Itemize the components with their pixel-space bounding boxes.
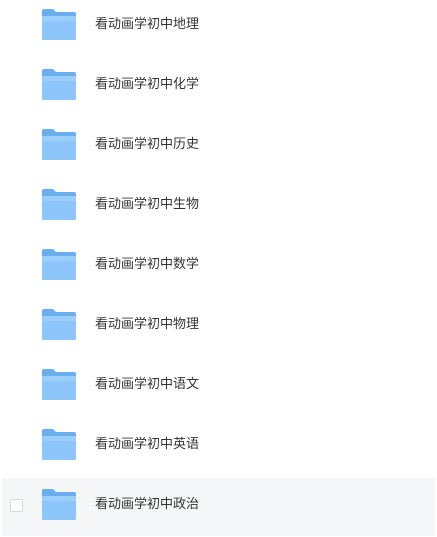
- list-item-folder-9[interactable]: 看动画学初中政治: [2, 478, 435, 536]
- folder-name: 看动画学初中数学: [95, 257, 200, 272]
- folder-name: 看动画学初中历史: [95, 137, 200, 152]
- folder-name: 看动画学初中英语: [95, 437, 200, 452]
- row-checkbox[interactable]: [10, 499, 23, 512]
- list-item-folder-6[interactable]: 看动画学初中物理: [2, 298, 435, 356]
- folder-icon: [41, 488, 77, 522]
- folder-icon: [41, 308, 77, 342]
- file-list: 看动画学初中地理 看动画学初中化学 看动画学初中历史 看动画学初中生物 看动画学…: [0, 0, 437, 537]
- folder-name: 看动画学初中生物: [95, 197, 200, 212]
- folder-icon: [41, 68, 77, 102]
- list-item-folder-1[interactable]: 看动画学初中地理: [2, 0, 435, 56]
- folder-icon: [41, 368, 77, 402]
- folder-icon: [41, 188, 77, 222]
- folder-name: 看动画学初中语文: [95, 377, 200, 392]
- folder-name: 看动画学初中物理: [95, 317, 200, 332]
- folder-icon: [41, 248, 77, 282]
- folder-name: 看动画学初中地理: [95, 17, 200, 32]
- folder-icon: [41, 8, 77, 42]
- folder-icon: [41, 128, 77, 162]
- list-item-folder-3[interactable]: 看动画学初中历史: [2, 118, 435, 176]
- folder-name: 看动画学初中化学: [95, 77, 200, 92]
- list-item-folder-5[interactable]: 看动画学初中数学: [2, 238, 435, 296]
- list-item-folder-2[interactable]: 看动画学初中化学: [2, 58, 435, 116]
- folder-name: 看动画学初中政治: [95, 497, 200, 512]
- list-item-folder-4[interactable]: 看动画学初中生物: [2, 178, 435, 236]
- folder-icon: [41, 428, 77, 462]
- list-item-folder-8[interactable]: 看动画学初中英语: [2, 418, 435, 476]
- list-item-folder-7[interactable]: 看动画学初中语文: [2, 358, 435, 416]
